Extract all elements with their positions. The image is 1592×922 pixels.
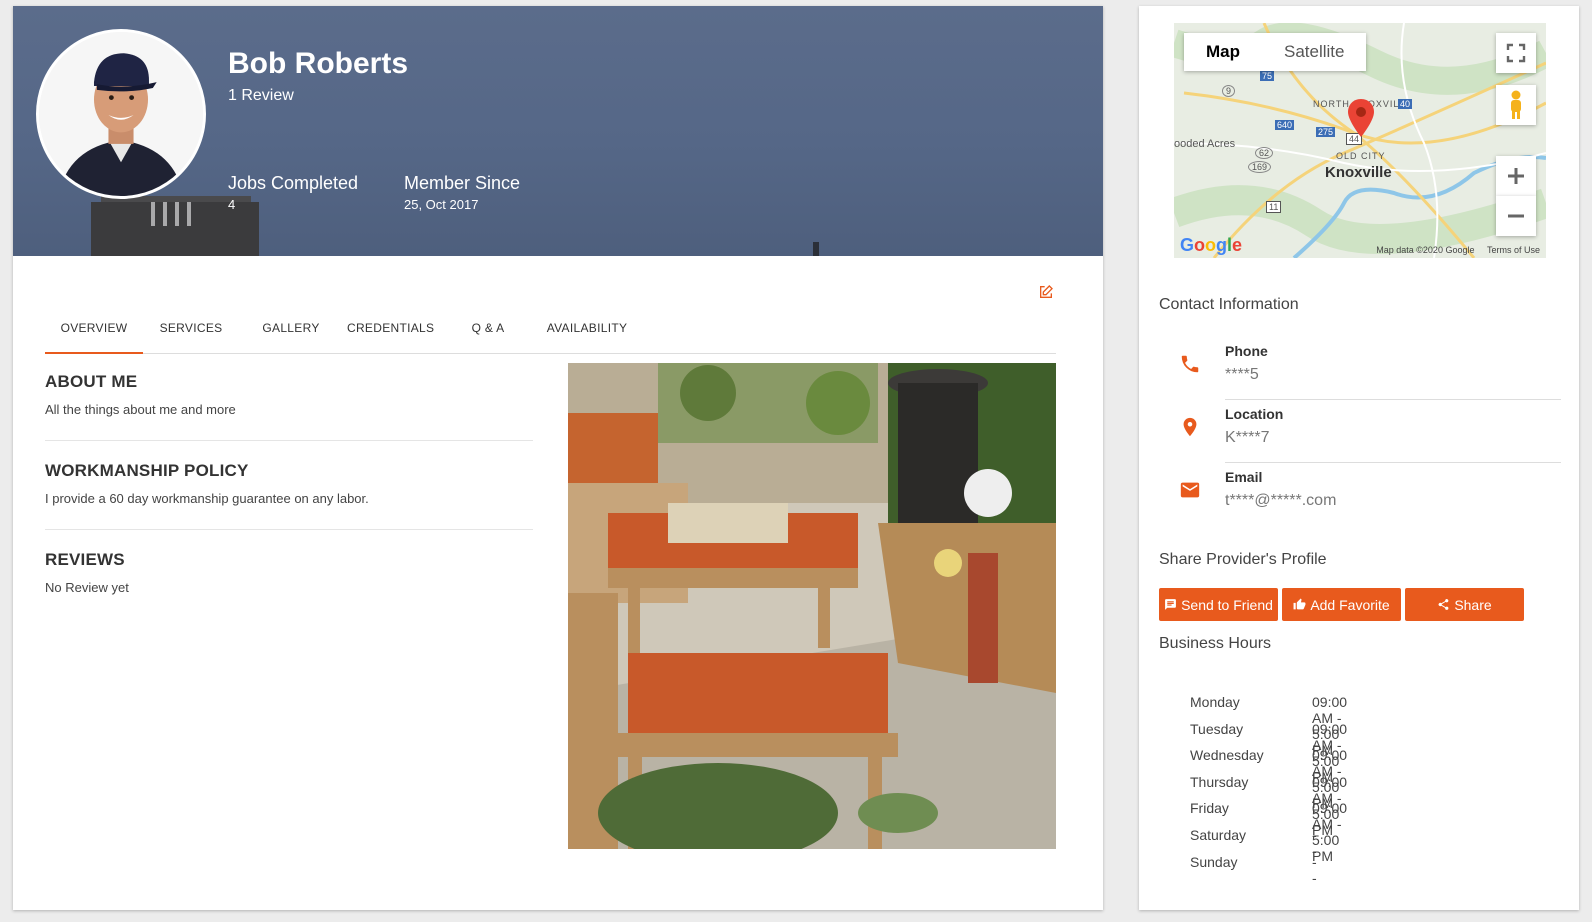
stat-label: Member Since (404, 173, 521, 193)
review-count[interactable]: 1 Review (228, 87, 294, 105)
map-type-toggle: Map Satellite (1184, 33, 1367, 71)
divider (45, 529, 533, 530)
map-type-satellite[interactable]: Satellite (1262, 33, 1366, 71)
contact-label: Email (1225, 469, 1263, 485)
map-city-label: Knoxville (1325, 164, 1392, 181)
day-label: Wednesday (1190, 747, 1264, 764)
divider (1225, 399, 1561, 400)
provider-name: Bob Roberts (228, 47, 408, 80)
message-icon (1165, 599, 1176, 610)
stat-jobs-completed: Jobs Completed 4 (228, 173, 358, 212)
terms-link[interactable]: Terms of Use (1487, 245, 1540, 255)
road-shield: 169 (1248, 161, 1272, 173)
profile-tabs: OVERVIEW SERVICES GALLERY CREDENTIALS Q … (45, 314, 1056, 354)
road-shield: 640 (1275, 120, 1295, 130)
send-to-friend-button[interactable]: Send to Friend (1159, 588, 1278, 621)
road-shield: 275 (1316, 127, 1336, 137)
banner-antenna (813, 242, 819, 256)
edit-icon[interactable] (1038, 284, 1056, 302)
map-label-old-city: OLD CITY (1336, 151, 1386, 161)
location-pin-icon (1179, 416, 1201, 438)
day-label: Saturday (1190, 826, 1247, 843)
stat-member-since: Member Since 25, Oct 2017 (404, 173, 520, 212)
tab-availability[interactable]: AVAILABILITY (543, 314, 631, 354)
section-text: No Review yet (45, 580, 129, 595)
share-button[interactable]: Share (1405, 588, 1524, 621)
tab-q-and-a[interactable]: Q & A (463, 314, 513, 354)
zoom-out-icon[interactable] (1496, 196, 1536, 236)
tab-overview[interactable]: OVERVIEW (45, 314, 143, 354)
stat-value: 4 (228, 197, 236, 212)
share-icon (1438, 599, 1449, 610)
stat-value: 25, Oct 2017 (404, 197, 479, 212)
section-title: ABOUT ME (45, 372, 138, 391)
email-icon (1179, 479, 1201, 501)
tab-gallery[interactable]: GALLERY (257, 314, 325, 354)
contact-value: K****7 (1225, 429, 1270, 446)
add-favorite-button[interactable]: Add Favorite (1282, 588, 1401, 621)
zoom-in-icon[interactable] (1496, 156, 1536, 196)
map-attribution: Map data ©2020 Google Terms of Use (1366, 245, 1540, 255)
share-buttons: Send to Friend Add Favorite Share (1159, 588, 1524, 621)
day-label: Sunday (1190, 853, 1238, 870)
tab-services[interactable]: SERVICES (153, 314, 229, 354)
location-map[interactable]: NORTH KNOXVILLE OLD CITY ooded Acres Kno… (1174, 23, 1546, 258)
map-label-wooded-acres: ooded Acres (1174, 138, 1236, 150)
gallery-photo[interactable] (568, 363, 1056, 849)
road-shield: 9 (1222, 85, 1236, 97)
reviews-section: REVIEWS No Review yet (45, 550, 533, 595)
stat-label: Jobs Completed (228, 173, 359, 193)
profile-photo (39, 32, 203, 196)
patio-image (568, 363, 1056, 849)
map-type-map[interactable]: Map (1184, 33, 1262, 71)
avatar (36, 29, 206, 199)
workmanship-policy-section: WORKMANSHIP POLICY I provide a 60 day wo… (45, 461, 533, 506)
pegman-icon[interactable] (1496, 85, 1536, 125)
day-label: Friday (1190, 800, 1229, 817)
phone-icon (1179, 353, 1201, 375)
section-text: All the things about me and more (45, 402, 236, 417)
contact-heading: Contact Information (1159, 296, 1299, 313)
divider (1225, 462, 1561, 463)
road-shield: 62 (1255, 147, 1274, 159)
tab-credentials[interactable]: CREDENTIALS (347, 314, 434, 354)
button-label: Send to Friend (1181, 596, 1273, 613)
share-heading: Share Provider's Profile (1159, 551, 1327, 568)
provider-sidebar-card: NORTH KNOXVILLE OLD CITY ooded Acres Kno… (1139, 6, 1579, 910)
section-text: I provide a 60 day workmanship guarantee… (45, 491, 369, 506)
divider (45, 440, 533, 441)
hours-value: 09:00 AM - 5:00 PM (1312, 800, 1348, 865)
profile-header-banner: Bob Roberts 1 Review Jobs Completed 4 Me… (13, 6, 1103, 256)
button-label: Add Favorite (1310, 596, 1390, 613)
thumbs-up-icon (1293, 598, 1306, 610)
road-shield: 75 (1260, 71, 1275, 81)
day-label: Tuesday (1190, 720, 1244, 737)
road-shield: 40 (1398, 99, 1413, 109)
provider-profile-card: Bob Roberts 1 Review Jobs Completed 4 Me… (13, 6, 1103, 910)
contact-label: Phone (1225, 343, 1268, 359)
contact-phone: Phone ****5 (1179, 343, 1561, 403)
business-hours-heading: Business Hours (1159, 635, 1272, 652)
google-logo: Google (1180, 235, 1243, 255)
contact-location: Location K****7 (1179, 406, 1561, 466)
section-title: WORKMANSHIP POLICY (45, 461, 249, 480)
contact-label: Location (1225, 406, 1284, 422)
button-label: Share (1454, 596, 1492, 613)
map-data-text: Map data ©2020 Google (1376, 245, 1475, 255)
contact-value: ****5 (1225, 366, 1259, 383)
about-me-section: ABOUT ME All the things about me and mor… (45, 372, 533, 417)
section-title: REVIEWS (45, 550, 125, 569)
fullscreen-icon[interactable] (1496, 33, 1536, 73)
day-label: Thursday (1190, 773, 1249, 790)
hours-value: -- (1312, 853, 1317, 886)
road-shield: 11 (1266, 201, 1282, 213)
contact-value: t****@*****.com (1225, 492, 1337, 509)
contact-email: Email t****@*****.com (1179, 469, 1561, 529)
day-label: Monday (1190, 694, 1240, 710)
map-pin-icon[interactable] (1348, 99, 1374, 142)
